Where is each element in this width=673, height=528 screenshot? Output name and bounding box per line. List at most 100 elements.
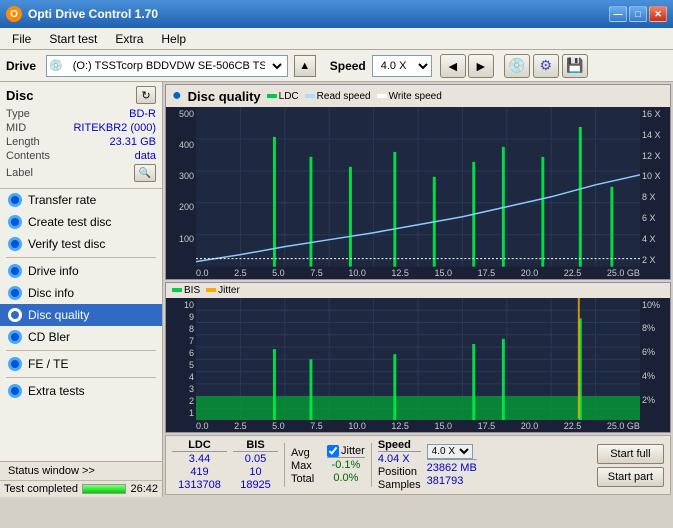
legend-jitter: Jitter <box>206 285 240 296</box>
menu-start-test[interactable]: Start test <box>41 30 105 48</box>
upper-chart-svg-area: 500 400 300 200 100 <box>166 107 670 267</box>
nav-dot <box>8 286 22 300</box>
menu-bar: File Start test Extra Help <box>0 28 673 50</box>
upper-chart-inner <box>196 107 640 267</box>
menu-file[interactable]: File <box>4 30 39 48</box>
label-icon-button[interactable]: 🔍 <box>134 164 156 182</box>
nav-dot <box>8 384 22 398</box>
disc-refresh-button[interactable]: ↻ <box>136 86 156 104</box>
contents-value: data <box>135 150 156 162</box>
drive-select-container: 💿 (O:) TSSTcorp BDDVDW SE-506CB TS02 <box>46 55 288 77</box>
stats-speed-col: Speed 4.04 X Position Samples <box>378 439 421 491</box>
start-full-button[interactable]: Start full <box>597 444 664 464</box>
stats-row-labels: Avg Max Total <box>291 445 321 485</box>
length-value: 23.31 GB <box>110 136 156 148</box>
upper-chart-svg <box>196 107 640 267</box>
lower-chart-inner <box>196 298 640 421</box>
total-ldc: 1313708 <box>172 479 227 491</box>
speed-select-stats[interactable]: 4.0 X <box>427 444 473 459</box>
chart-title: Disc quality <box>188 89 261 104</box>
nav-label-cd-bler: CD Bler <box>28 330 70 344</box>
legend-bis: BIS <box>172 285 200 296</box>
total-bis: 18925 <box>233 479 278 491</box>
eject-button[interactable]: ▲ <box>294 55 316 77</box>
disc-icon-button[interactable]: 💿 <box>504 54 530 78</box>
drive-select[interactable]: (O:) TSSTcorp BDDVDW SE-506CB TS02 <box>65 56 285 76</box>
nav-dot <box>8 193 22 207</box>
nav-next-button[interactable]: ► <box>468 54 494 78</box>
bis-header: BIS <box>233 439 278 452</box>
jitter-checkbox-row: Jitter <box>327 445 365 458</box>
y-axis-left-bottom: 10 9 8 7 6 5 4 3 2 1 <box>166 298 196 421</box>
start-buttons: Start full Start part <box>597 444 664 487</box>
nav-dot <box>8 264 22 278</box>
sidebar-item-transfer-rate[interactable]: Transfer rate <box>0 189 162 211</box>
stats-jitter-col: Jitter -0.1% 0.0% <box>327 445 365 485</box>
chart-header-icon: ● <box>172 87 182 105</box>
menu-extra[interactable]: Extra <box>107 30 151 48</box>
progress-bar-fill <box>83 485 125 493</box>
speed-select-drive[interactable]: 4.0 X <box>372 55 432 77</box>
legend-read-speed: Read speed <box>305 91 371 102</box>
upper-chart-panel: ● Disc quality LDC Read speed Write spee… <box>165 84 671 280</box>
jitter-header: Jitter <box>341 445 365 457</box>
y-axis-left-top: 500 400 300 200 100 <box>166 107 196 267</box>
disc-section: Disc ↻ Type BD-R MID RITEKBR2 (000) Leng… <box>0 82 162 189</box>
status-window-button[interactable]: Status window >> <box>0 462 162 481</box>
type-label: Type <box>6 108 30 120</box>
stats-bis-col: BIS 0.05 10 18925 <box>233 439 278 491</box>
samples-value: 381793 <box>427 475 477 487</box>
sidebar-item-extra-tests[interactable]: Extra tests <box>0 380 162 402</box>
content-area: Disc ↻ Type BD-R MID RITEKBR2 (000) Leng… <box>0 82 673 497</box>
speed-label: Speed <box>330 59 366 73</box>
nav-label-drive-info: Drive info <box>28 264 79 278</box>
nav-label-disc-quality: Disc quality <box>28 308 89 322</box>
start-part-button[interactable]: Start part <box>597 467 664 487</box>
close-button[interactable]: ✕ <box>649 6 667 22</box>
sidebar-item-fe-te[interactable]: FE / TE <box>0 353 162 375</box>
window-controls: — □ ✕ <box>609 6 667 22</box>
jitter-checkbox[interactable] <box>327 445 339 457</box>
max-jitter: 0.0% <box>327 472 365 484</box>
avg-label: Avg <box>291 447 321 459</box>
position-label: Position <box>378 466 421 478</box>
stats-bar: LDC 3.44 419 1313708 BIS 0.05 10 18925 A… <box>165 435 671 495</box>
lower-chart-svg-area: 10 9 8 7 6 5 4 3 2 1 <box>166 298 670 421</box>
disc-section-title: Disc <box>6 88 33 103</box>
nav-label-fe-te: FE / TE <box>28 357 68 371</box>
save-icon-button[interactable]: 💾 <box>562 54 588 78</box>
stat-divider-1 <box>284 443 285 487</box>
avg-bis: 0.05 <box>233 453 278 465</box>
max-ldc: 419 <box>172 466 227 478</box>
stats-ldc-col: LDC 3.44 419 1313708 <box>172 439 227 491</box>
lower-chart-header: BIS Jitter <box>166 283 670 298</box>
status-window-label: Status window >> <box>8 465 95 477</box>
nav-label-disc-info: Disc info <box>28 286 74 300</box>
progress-bar <box>82 484 126 494</box>
nav-prev-button[interactable]: ◄ <box>440 54 466 78</box>
sidebar-item-create-test-disc[interactable]: Create test disc <box>0 211 162 233</box>
sidebar-item-drive-info[interactable]: Drive info <box>0 260 162 282</box>
test-completed-label: Test completed <box>4 483 78 495</box>
maximize-button[interactable]: □ <box>629 6 647 22</box>
settings-icon-button[interactable]: ⚙ <box>533 54 559 78</box>
nav-items: Transfer rate Create test disc Verify te… <box>0 189 162 461</box>
nav-label-extra-tests: Extra tests <box>28 384 85 398</box>
title-bar: O Opti Drive Control 1.70 — □ ✕ <box>0 0 673 28</box>
stat-divider-2 <box>371 443 372 487</box>
legend-write-speed: Write speed <box>377 91 442 102</box>
sidebar-item-cd-bler[interactable]: CD Bler <box>0 326 162 348</box>
app-title: Opti Drive Control 1.70 <box>28 7 609 21</box>
minimize-button[interactable]: — <box>609 6 627 22</box>
speed-header: Speed <box>378 439 421 452</box>
mid-label: MID <box>6 122 26 134</box>
drive-bar: Drive 💿 (O:) TSSTcorp BDDVDW SE-506CB TS… <box>0 50 673 82</box>
sidebar-item-disc-info[interactable]: Disc info <box>0 282 162 304</box>
sidebar-item-disc-quality[interactable]: Disc quality <box>0 304 162 326</box>
total-label: Total <box>291 473 321 485</box>
sidebar-item-verify-test-disc[interactable]: Verify test disc <box>0 233 162 255</box>
length-label: Length <box>6 136 40 148</box>
menu-help[interactable]: Help <box>153 30 194 48</box>
main-panel: ● Disc quality LDC Read speed Write spee… <box>163 82 673 497</box>
nav-dot <box>8 330 22 344</box>
